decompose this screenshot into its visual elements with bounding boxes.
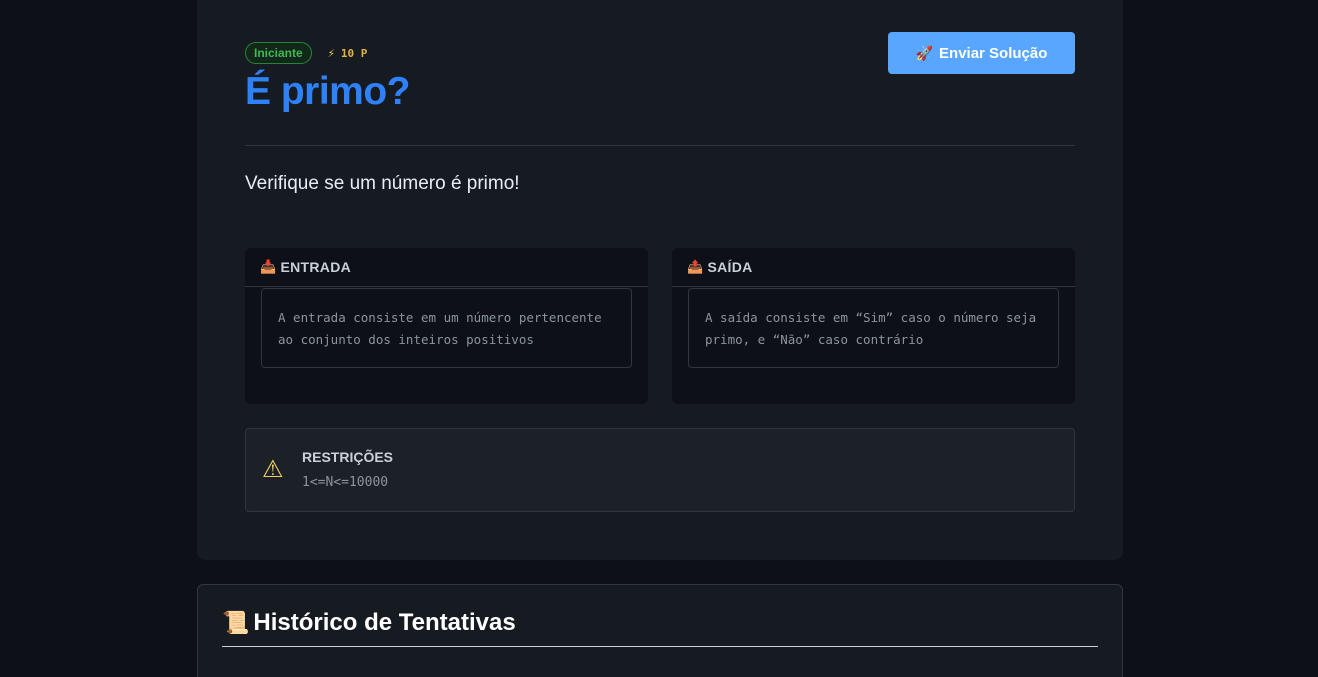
lightning-icon: ⚡	[327, 46, 335, 60]
rocket-icon: 🚀	[915, 44, 934, 61]
input-section-label: ENTRADA	[280, 259, 352, 275]
warning-icon: ⚠	[262, 456, 284, 483]
input-section-header: 📥 ENTRADA	[245, 248, 648, 287]
output-section-header: 📤 SAÍDA	[672, 248, 1075, 287]
problem-card: Iniciante ⚡ 10 P É primo? 🚀 Enviar Soluç…	[197, 0, 1123, 560]
inbox-tray-icon: 📥	[260, 259, 277, 274]
output-section: 📤 SAÍDA A saída consiste em “Sim” caso o…	[672, 248, 1075, 404]
header-divider	[245, 145, 1075, 146]
output-section-content: A saída consiste em “Sim” caso o número …	[688, 288, 1059, 368]
points-value: 10 P	[340, 46, 368, 60]
level-badge: Iniciante	[245, 42, 312, 64]
output-section-label: SAÍDA	[707, 259, 753, 275]
points-badge: ⚡ 10 P	[328, 46, 368, 60]
problem-header: Iniciante ⚡ 10 P É primo? 🚀 Enviar Soluç…	[245, 32, 1075, 114]
history-card: 📜 Histórico de Tentativas	[197, 584, 1123, 677]
outbox-tray-icon: 📤	[687, 259, 704, 274]
submit-solution-button[interactable]: 🚀 Enviar Solução	[888, 32, 1075, 74]
restrictions-value: 1<=N<=10000	[302, 475, 389, 490]
submit-solution-label: Enviar Solução	[939, 44, 1048, 62]
input-section: 📥 ENTRADA A entrada consiste em um númer…	[245, 248, 648, 404]
problem-title: É primo?	[245, 70, 411, 113]
restrictions-box: ⚠ RESTRIÇÕES 1<=N<=10000	[245, 428, 1075, 512]
scroll-icon: 📜	[222, 610, 250, 635]
history-title-label: Histórico de Tentativas	[253, 609, 516, 636]
problem-description: Verifique se um número é primo!	[245, 173, 520, 194]
page: Iniciante ⚡ 10 P É primo? 🚀 Enviar Soluç…	[0, 0, 1318, 677]
input-section-content: A entrada consiste em um número pertence…	[261, 288, 632, 368]
history-title: 📜 Histórico de Tentativas	[222, 609, 516, 637]
history-divider	[222, 646, 1098, 647]
restrictions-label: RESTRIÇÕES	[302, 449, 394, 465]
